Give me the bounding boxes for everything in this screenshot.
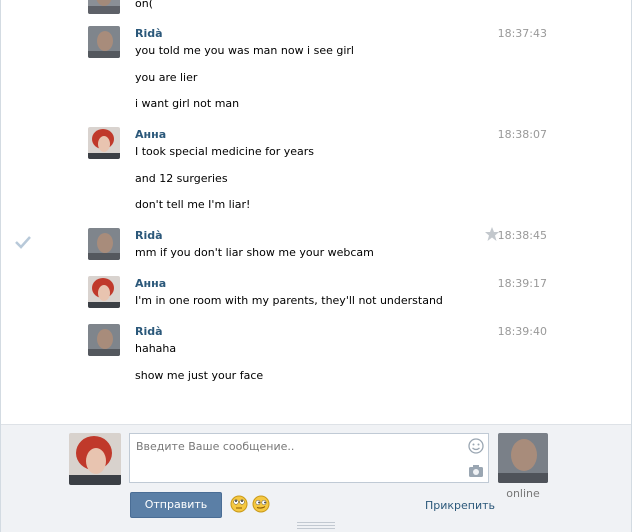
message-author[interactable]: Анна xyxy=(135,128,166,141)
emoji-smirk-icon[interactable] xyxy=(252,495,270,513)
message-text: on( xyxy=(135,0,153,10)
message-text: don't tell me I'm liar! xyxy=(135,198,251,211)
message-text: you are lier xyxy=(135,71,198,84)
message-text: and 12 surgeries xyxy=(135,172,228,185)
message-text: mm if you don't liar show me your webcam xyxy=(135,246,374,259)
message-time[interactable]: 18:39:17 xyxy=(498,277,547,290)
check-icon xyxy=(15,234,31,253)
message-time[interactable]: 18:38:45 xyxy=(498,229,547,242)
avatar-rida[interactable] xyxy=(88,26,120,58)
my-avatar[interactable] xyxy=(69,433,121,485)
chat-window: on( Ridà 18:37:43 you told me you was ma… xyxy=(0,0,632,532)
message-text: show me just your face xyxy=(135,369,264,382)
avatar-rida[interactable] xyxy=(88,324,120,356)
avatar-anna[interactable] xyxy=(88,127,120,159)
camera-icon[interactable] xyxy=(468,464,484,478)
message-text: hahaha xyxy=(135,342,177,355)
message-text: I took special medicine for years xyxy=(135,145,315,158)
send-button[interactable]: Отправить xyxy=(130,492,222,518)
message-author[interactable]: Ridà xyxy=(135,27,163,40)
resize-handle[interactable] xyxy=(297,522,335,529)
emoji-rolling-eyes-icon[interactable] xyxy=(230,495,248,513)
avatar-rida[interactable] xyxy=(88,228,120,260)
message-composer: Введите Ваше сообщение.. Отправить Прикр… xyxy=(1,424,631,532)
message-author[interactable]: Ridà xyxy=(135,325,163,338)
avatar-anna[interactable] xyxy=(88,276,120,308)
smile-icon[interactable] xyxy=(468,438,484,454)
chat-history[interactable]: on( Ridà 18:37:43 you told me you was ma… xyxy=(1,0,631,424)
online-status: online xyxy=(506,487,540,500)
message-text: you told me you was man now i see girl xyxy=(135,44,354,57)
message-author[interactable]: Анна xyxy=(135,277,166,290)
message-text: i want girl not man xyxy=(135,97,240,110)
contact-avatar[interactable] xyxy=(498,433,548,483)
message-input-placeholder: Введите Ваше сообщение.. xyxy=(136,440,295,453)
attach-link[interactable]: Прикрепить xyxy=(425,499,495,512)
message-time[interactable]: 18:39:40 xyxy=(498,325,547,338)
message-input[interactable]: Введите Ваше сообщение.. xyxy=(129,433,489,483)
message-time[interactable]: 18:38:07 xyxy=(498,128,547,141)
message-time[interactable]: 18:37:43 xyxy=(498,27,547,40)
avatar-rida[interactable] xyxy=(88,0,120,14)
message-text: I'm in one room with my parents, they'll… xyxy=(135,294,443,307)
message-author[interactable]: Ridà xyxy=(135,229,163,242)
